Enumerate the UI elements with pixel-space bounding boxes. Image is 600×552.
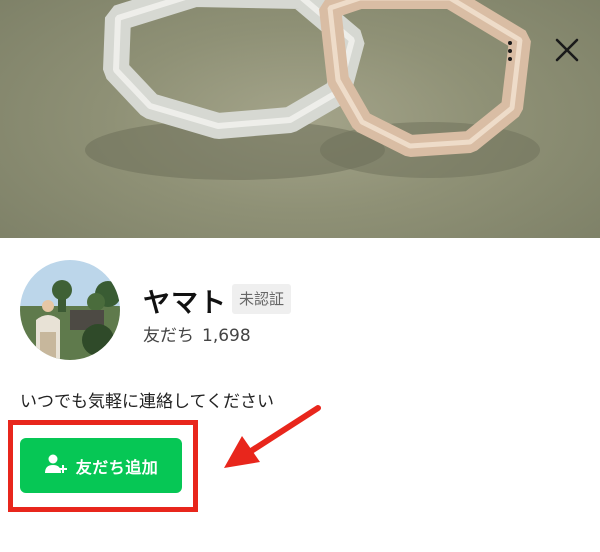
add-friend-label: 友だち追加: [75, 457, 159, 477]
add-user-icon: [44, 453, 68, 479]
friends-count: 1,698: [202, 326, 251, 346]
more-vertical-icon[interactable]: [500, 34, 520, 68]
close-icon[interactable]: [549, 32, 585, 68]
cover-photo: [0, 0, 600, 238]
friends-label: 友だち: [143, 326, 194, 346]
annotation-arrow: [224, 405, 321, 468]
menu-dot: [508, 57, 512, 61]
profile-page: ヤマト 未認証 友だち 1,698 いつでも気軽に連絡してください 友だち追加: [0, 0, 600, 552]
avatar[interactable]: [20, 260, 120, 360]
menu-dot: [508, 41, 512, 45]
add-friend-button[interactable]: 友だち追加: [20, 438, 182, 493]
avatar-photo: [20, 260, 120, 360]
menu-dot: [508, 49, 512, 53]
profile-name: ヤマト: [143, 288, 227, 319]
unverified-badge: 未認証: [232, 284, 292, 314]
friends-count-row: 友だち 1,698: [143, 321, 251, 346]
